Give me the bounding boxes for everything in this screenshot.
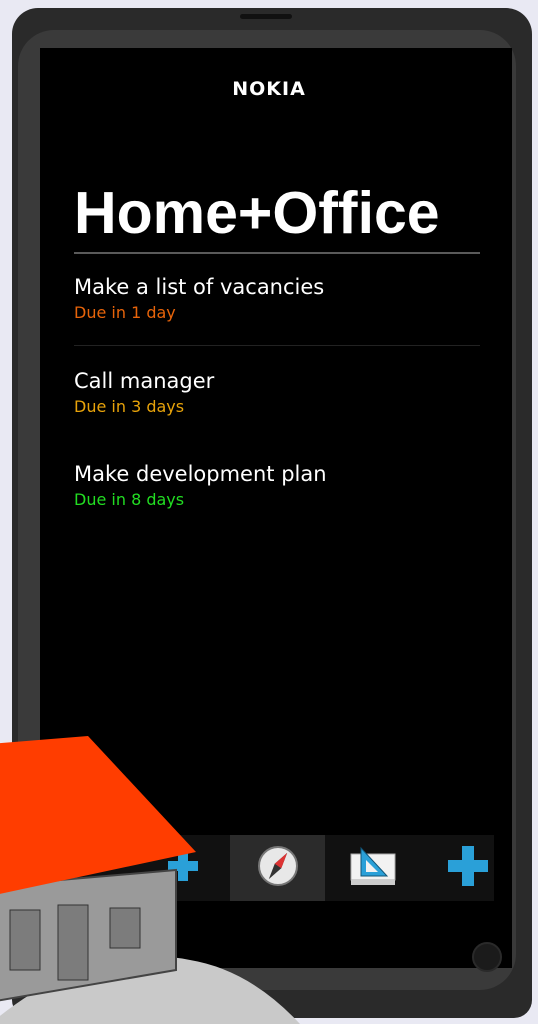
title-divider: [74, 252, 480, 254]
task-due: Due in 8 days: [74, 490, 185, 509]
set-square-button[interactable]: [325, 835, 420, 901]
front-camera: [472, 942, 502, 972]
speaker-grille: [240, 14, 292, 19]
task-name: Make a list of vacancies: [74, 275, 325, 299]
set-square-icon: [349, 844, 397, 892]
task-name: Make development plan: [74, 462, 327, 486]
task-due: Due in 3 days: [74, 397, 185, 416]
house-icon: [0, 736, 300, 1024]
list-title: Home+Office: [74, 180, 440, 246]
task-item[interactable]: Make a list of vacancies Due in 1 day: [74, 274, 480, 324]
plus-icon: [446, 844, 490, 892]
task-item[interactable]: Make development plan Due in 8 days: [74, 461, 480, 511]
plus-button[interactable]: [420, 835, 515, 901]
item-divider: [74, 345, 480, 346]
task-due: Due in 1 day: [74, 303, 176, 322]
task-item[interactable]: Call manager Due in 3 days: [74, 368, 480, 418]
brand-logo: NOKIA: [232, 78, 306, 100]
task-name: Call manager: [74, 369, 215, 393]
